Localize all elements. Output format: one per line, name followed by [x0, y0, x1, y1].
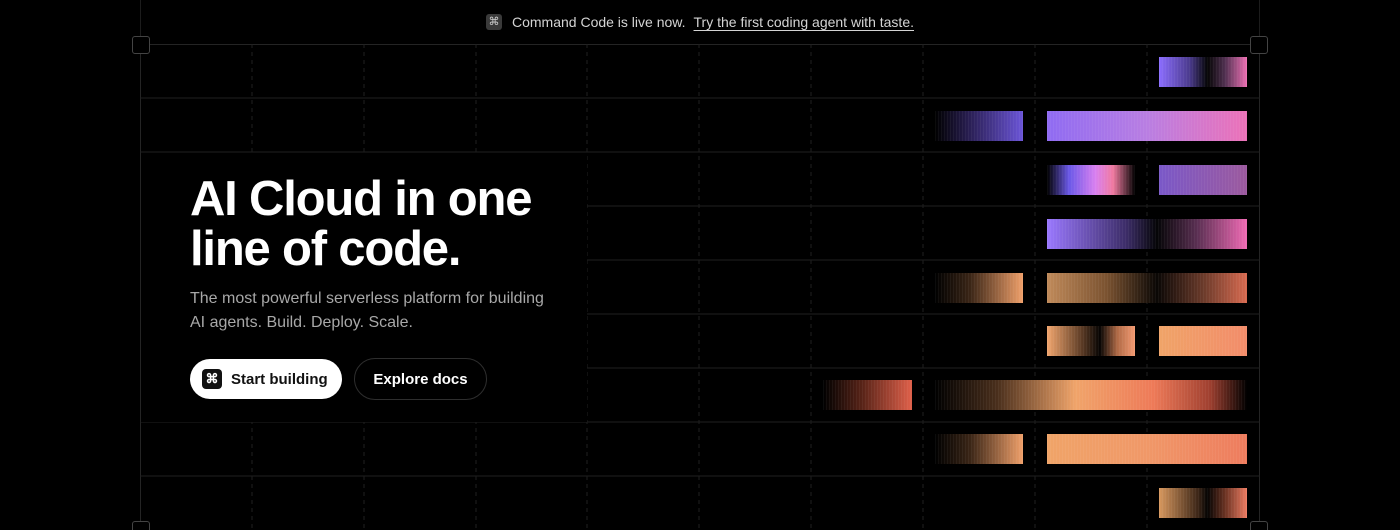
explore-docs-button[interactable]: Explore docs [354, 358, 487, 400]
gradient-bar [1159, 326, 1247, 356]
hero-subtitle: The most powerful serverless platform fo… [190, 290, 544, 331]
gradient-bar [823, 380, 912, 410]
start-building-button[interactable]: ⌘ Start building [190, 359, 342, 399]
corner-marker [132, 36, 150, 54]
announcement-bar: ⌘ Command Code is live now. Try the firs… [0, 0, 1400, 44]
gradient-bar [935, 111, 1023, 141]
gradient-bar [935, 273, 1023, 303]
start-building-label: Start building [231, 370, 328, 388]
hero-title: AI Cloud in one line of code. [190, 172, 532, 276]
gradient-bar [1159, 488, 1247, 518]
gradient-bar [1047, 219, 1247, 249]
command-icon: ⌘ [485, 14, 502, 30]
gradient-bar [1047, 273, 1247, 303]
corner-marker [1250, 36, 1268, 54]
gradient-bar [935, 380, 1247, 410]
gradient-bar [1159, 57, 1247, 87]
gradient-bar [1047, 165, 1135, 195]
command-icon: ⌘ [202, 369, 222, 389]
gradient-bar [1047, 434, 1247, 464]
announcement-text: Command Code is live now. [511, 14, 686, 30]
gradient-bar [935, 434, 1023, 464]
gradient-bar [1047, 111, 1247, 141]
gradient-bar [1159, 165, 1247, 195]
corner-marker [1250, 521, 1268, 530]
gradient-bar [1047, 326, 1135, 356]
corner-marker [132, 521, 150, 530]
announcement-link[interactable]: Try the first coding agent with taste. [694, 14, 914, 30]
